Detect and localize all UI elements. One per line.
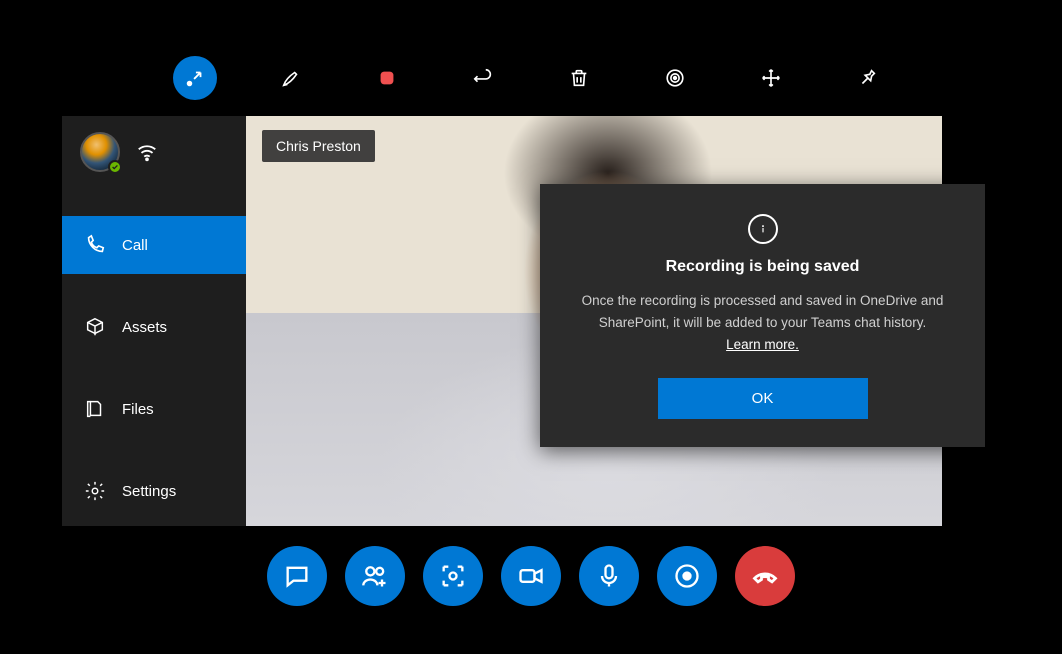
pen-icon [280,67,302,89]
capture-icon [439,562,467,590]
stop-record-button[interactable] [365,56,409,100]
add-people-button[interactable] [345,546,405,606]
participant-name-tag: Chris Preston [262,130,375,162]
sidebar-nav: Call Assets Files Settings [62,216,246,544]
end-call-icon [751,562,779,590]
end-call-button[interactable] [735,546,795,606]
capture-button[interactable] [423,546,483,606]
mic-button[interactable] [579,546,639,606]
video-button[interactable] [501,546,561,606]
mic-icon [595,562,623,590]
minimize-button[interactable] [173,56,217,100]
stop-record-icon [376,67,398,89]
sidebar-item-assets[interactable]: Assets [62,298,246,356]
dialog-body: Once the recording is processed and save… [570,290,955,333]
sidebar-item-label: Call [122,237,148,254]
sidebar-item-settings[interactable]: Settings [62,462,246,520]
pin-icon [856,67,878,89]
learn-more-link[interactable]: Learn more. [726,337,799,352]
record-icon [673,562,701,590]
move-button[interactable] [749,56,793,100]
chat-button[interactable] [267,546,327,606]
record-button[interactable] [657,546,717,606]
dialog-title: Recording is being saved [666,258,860,276]
top-toolbar [0,56,1062,100]
add-people-icon [361,562,389,590]
assets-icon [84,316,106,338]
pin-button[interactable] [845,56,889,100]
trash-icon [568,67,590,89]
wifi-icon [136,141,158,163]
sidebar: Call Assets Files Settings [62,116,246,526]
video-icon [517,562,545,590]
ok-button[interactable]: OK [658,378,868,419]
phone-icon [84,234,106,256]
sidebar-item-call[interactable]: Call [62,216,246,274]
settings-icon [84,480,106,502]
sidebar-header [62,116,246,188]
presence-available-icon [108,160,122,174]
files-icon [84,398,106,420]
chat-icon [283,562,311,590]
move-icon [760,67,782,89]
call-bar [0,546,1062,606]
sidebar-item-label: Settings [122,483,176,500]
sidebar-item-label: Files [122,401,154,418]
minimize-icon [184,67,206,89]
recording-saved-dialog: Recording is being saved Once the record… [540,184,985,447]
share-icon [664,67,686,89]
share-button[interactable] [653,56,697,100]
undo-icon [472,67,494,89]
sidebar-item-files[interactable]: Files [62,380,246,438]
pen-button[interactable] [269,56,313,100]
sidebar-item-label: Assets [122,319,167,336]
info-icon [748,214,778,244]
trash-button[interactable] [557,56,601,100]
participant-name: Chris Preston [276,138,361,154]
undo-button[interactable] [461,56,505,100]
avatar[interactable] [80,132,120,172]
